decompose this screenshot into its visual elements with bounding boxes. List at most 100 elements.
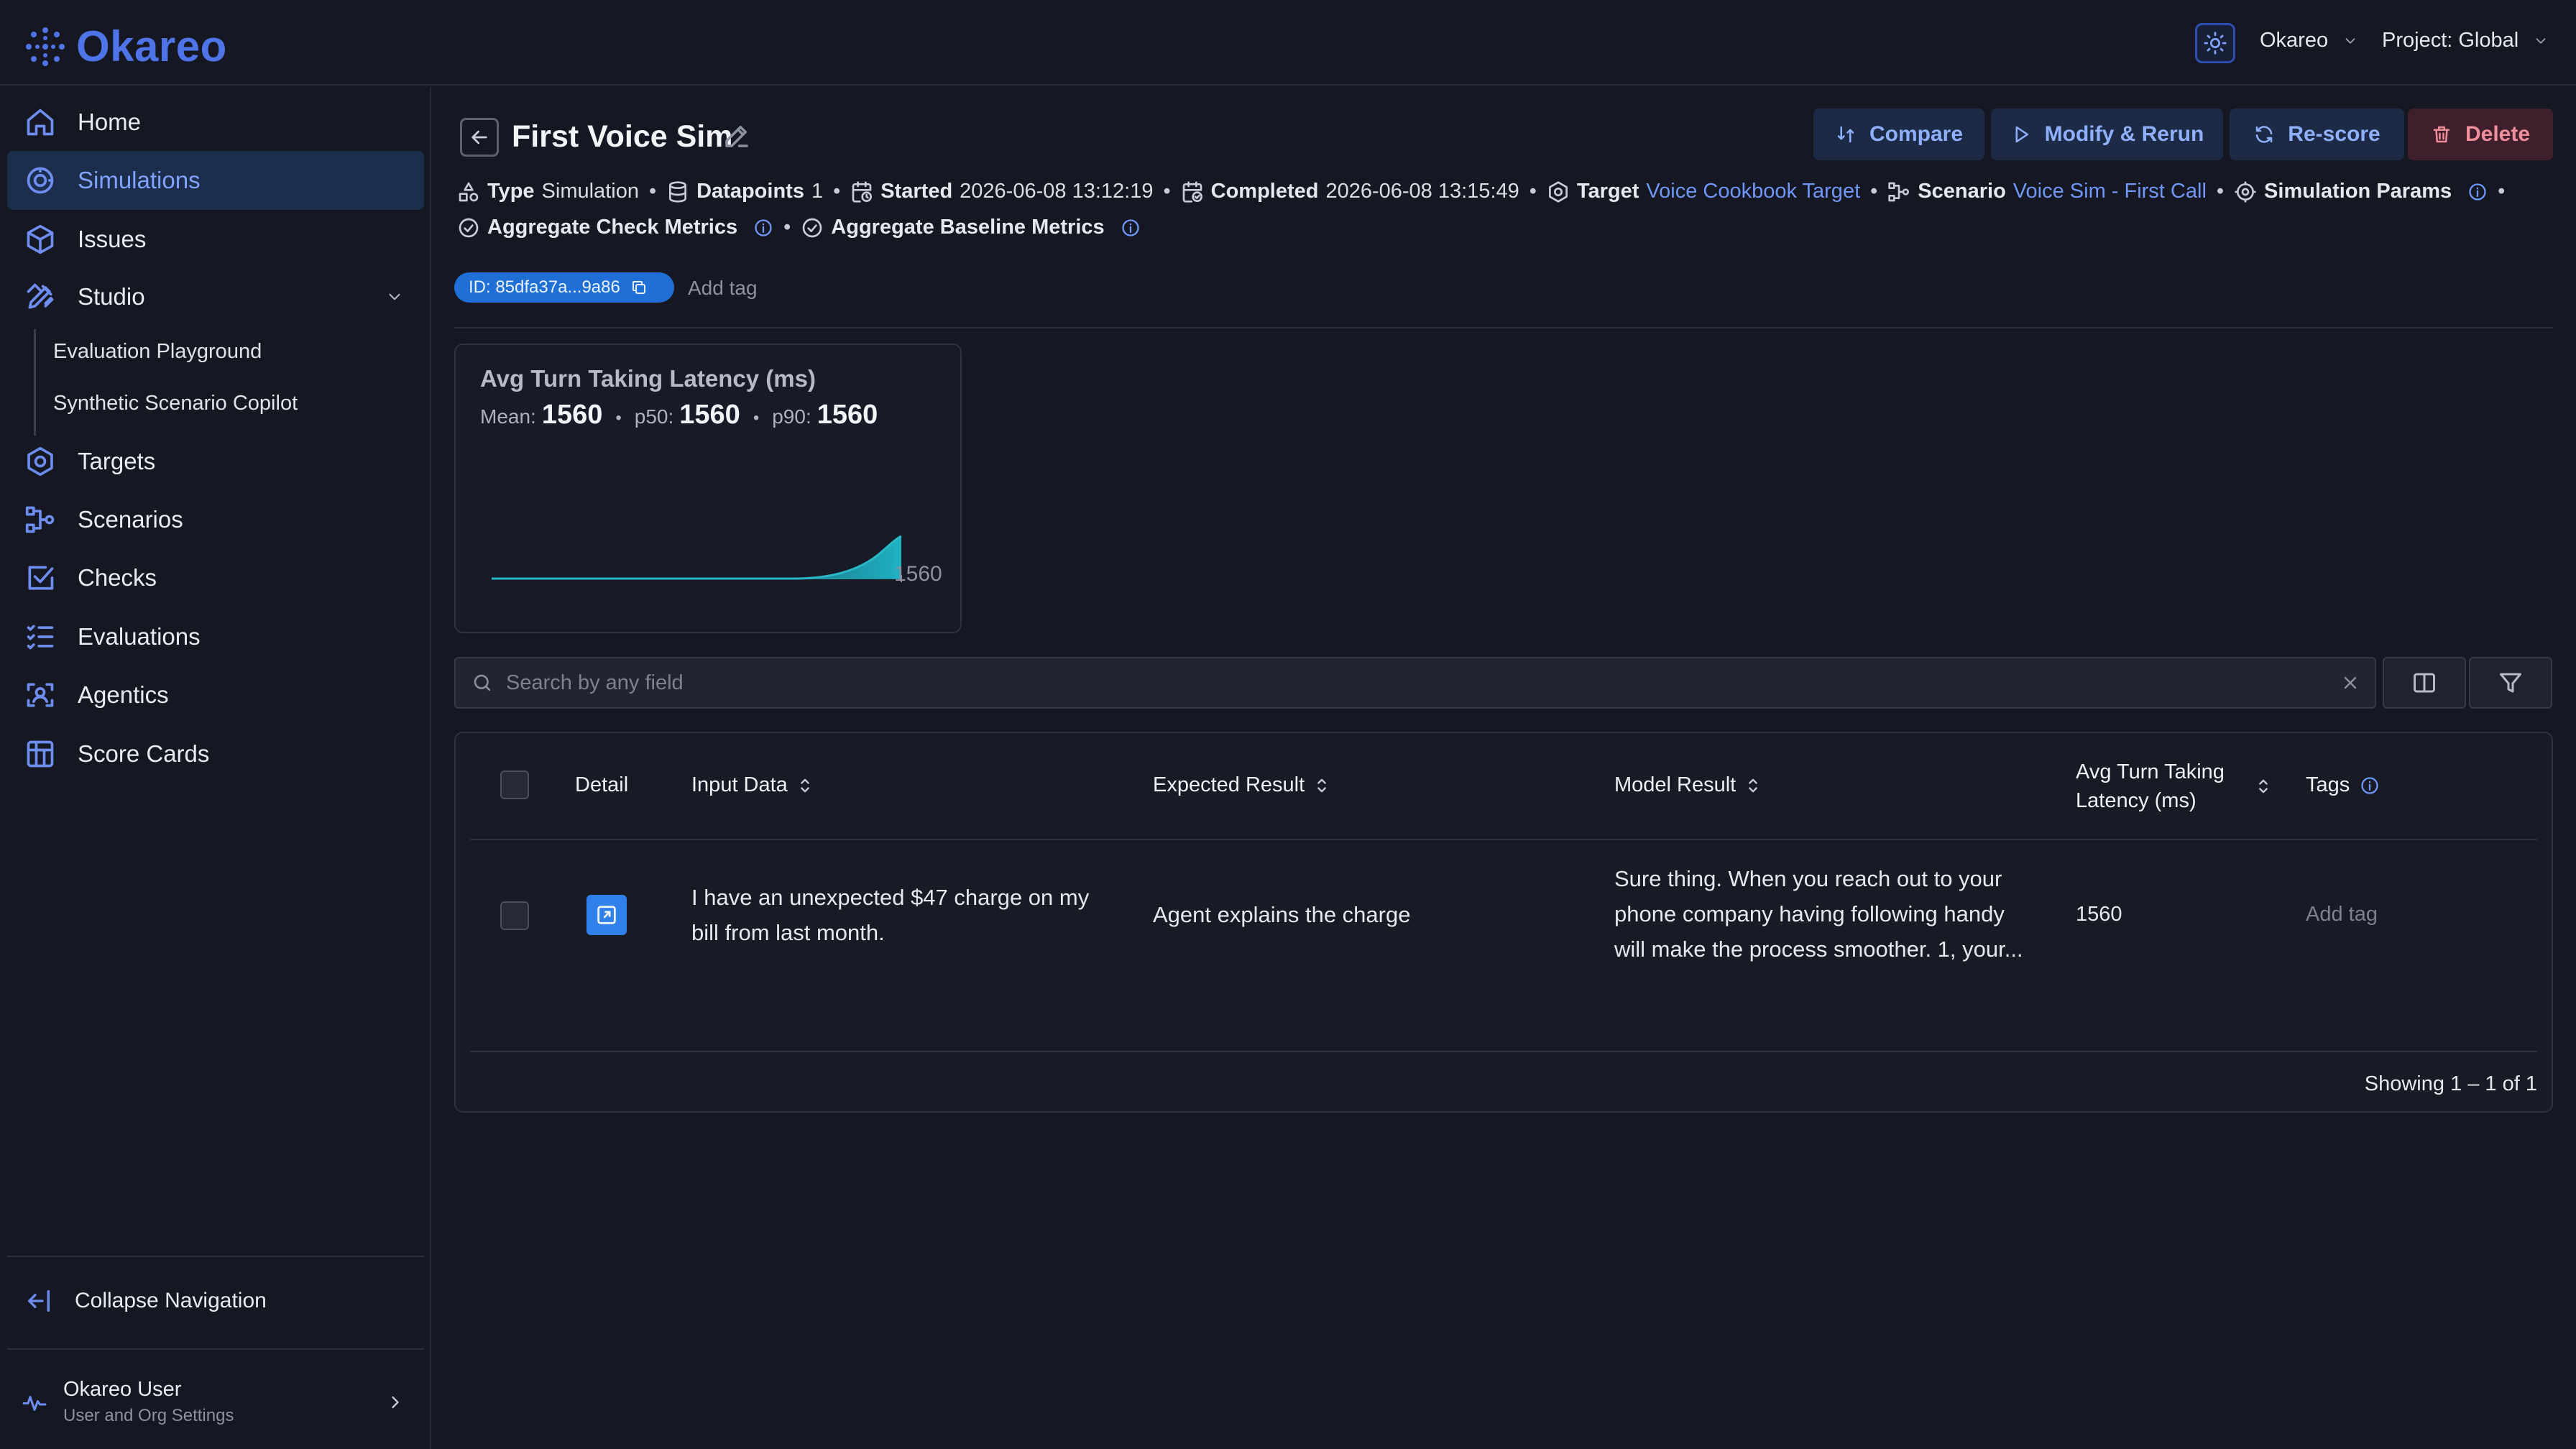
- sidebar-divider: [7, 1348, 424, 1350]
- meta-completed-value: 2026-06-08 13:15:49: [1325, 180, 1519, 203]
- user-name: Okareo User: [63, 1378, 182, 1401]
- close-icon[interactable]: [2340, 673, 2360, 693]
- col-tags: Tags: [2306, 773, 2380, 797]
- info-icon[interactable]: [2360, 776, 2380, 796]
- latency-distribution-line: [492, 535, 902, 580]
- delete-button[interactable]: Delete: [2408, 109, 2553, 160]
- sort-icon: [1749, 778, 1758, 792]
- meta-params-label: Simulation Params: [2264, 180, 2452, 203]
- sidebar-item-label: Scenarios: [78, 506, 183, 533]
- info-icon[interactable]: [2467, 182, 2488, 202]
- sidebar-item-label: Issues: [78, 226, 147, 252]
- meta-row-2: Aggregate Check Metrics • Aggregate Base…: [457, 216, 1141, 239]
- chevron-right-icon[interactable]: [385, 1392, 405, 1412]
- col-input-label: Input Data: [691, 773, 788, 796]
- results-table: Detail Input Data Expected Result Model …: [454, 732, 2553, 1113]
- metric-card-title: Avg Turn Taking Latency (ms): [480, 365, 816, 392]
- database-icon: [669, 180, 687, 203]
- sidebar-item-label: Score Cards: [78, 740, 210, 767]
- id-tag[interactable]: ID: 85dfa37a...9a86: [454, 272, 674, 303]
- metric-card-latency[interactable]: Avg Turn Taking Latency (ms) Mean: 1560 …: [454, 344, 962, 633]
- col-expected-result[interactable]: Expected Result: [1153, 773, 1329, 797]
- col-input-data[interactable]: Input Data: [691, 773, 812, 797]
- columns-icon: [2414, 673, 2435, 693]
- mean-label: Mean:: [480, 405, 536, 428]
- cell-add-tag[interactable]: Add tag: [2306, 897, 2378, 932]
- sidebar-subitem-evaluation-playground[interactable]: Evaluation Playground: [53, 340, 262, 364]
- copy-icon[interactable]: [630, 279, 648, 296]
- columns-toggle-button[interactable]: [2383, 657, 2466, 709]
- sort-icon: [2259, 779, 2268, 794]
- select-all-checkbox[interactable]: [500, 770, 529, 799]
- cell-expected-result: Agent explains the charge: [1153, 902, 1411, 927]
- rescore-label: Re-score: [2288, 122, 2380, 146]
- user-settings-button[interactable]: Okareo User User and Org Settings: [22, 1378, 234, 1426]
- col-tags-label: Tags: [2306, 773, 2350, 796]
- meta-scenario-link[interactable]: Voice Sim - First Call: [2013, 180, 2207, 203]
- top-bar: Okareo Okareo Project: Global: [0, 0, 2576, 86]
- mean-value: 1560: [541, 400, 603, 430]
- sidebar-item-score-cards[interactable]: Score Cards: [7, 724, 424, 783]
- col-detail: Detail: [575, 773, 628, 797]
- edit-icon[interactable]: [722, 121, 752, 151]
- cell-input-line: I have an unexpected $47 charge on my: [691, 885, 1090, 910]
- col-model-label: Model Result: [1614, 773, 1736, 796]
- col-latency-label: Avg Turn Taking Latency (ms): [2076, 758, 2225, 815]
- info-icon[interactable]: [753, 218, 773, 238]
- sidebar-item-label: Simulations: [78, 167, 201, 193]
- sidebar-item-evaluations[interactable]: Evaluations: [7, 607, 424, 666]
- org-selector[interactable]: Okareo: [2260, 29, 2358, 52]
- col-model-result[interactable]: Model Result: [1614, 773, 1760, 797]
- modify-rerun-label: Modify & Rerun: [2044, 122, 2204, 146]
- chevron-down-icon[interactable]: [385, 288, 404, 306]
- meta-scenario-label: Scenario: [1918, 180, 2006, 203]
- id-tag-text: ID: 85dfa37a...9a86: [469, 277, 620, 297]
- header-divider: [454, 327, 2553, 328]
- cell-model-line: will make the process smoother. 1, your.…: [1614, 937, 2023, 962]
- sidebar-item-agentics[interactable]: Agentics: [7, 666, 424, 724]
- search-input[interactable]: [506, 671, 2303, 695]
- okareo-logo-icon: [26, 27, 65, 66]
- sun-icon: [2204, 32, 2227, 55]
- info-icon[interactable]: [1121, 218, 1141, 238]
- back-button[interactable]: [460, 118, 499, 157]
- modify-rerun-button[interactable]: Modify & Rerun: [1991, 109, 2223, 160]
- sidebar-item-checks[interactable]: Checks: [7, 548, 424, 607]
- p50-label: p50:: [634, 405, 674, 428]
- sidebar: Home Simulations Issues Studio Evaluatio…: [0, 87, 431, 1449]
- compare-button[interactable]: Compare: [1813, 109, 1984, 160]
- col-latency[interactable]: Avg Turn Taking Latency (ms): [2076, 758, 2271, 815]
- row-checkbox[interactable]: [500, 901, 529, 930]
- logo[interactable]: Okareo: [24, 22, 227, 71]
- col-latency-label-line2: Latency (ms): [2076, 789, 2196, 812]
- latency-distribution-chart: [492, 535, 902, 582]
- table-icon: [27, 740, 54, 768]
- collapse-left-icon: [28, 1290, 50, 1312]
- project-selector[interactable]: Project: Global: [2382, 29, 2549, 52]
- meta-completed-label: Completed: [1210, 180, 1319, 203]
- sidebar-item-issues[interactable]: Issues: [7, 210, 424, 269]
- logo-text: Okareo: [76, 22, 227, 70]
- footer-divider: [470, 1051, 2537, 1052]
- compare-arrows-icon: [1837, 126, 1854, 143]
- p50-value: 1560: [679, 400, 740, 430]
- filter-button[interactable]: [2469, 657, 2552, 709]
- meta-target-link[interactable]: Voice Cookbook Target: [1646, 180, 1860, 203]
- sidebar-item-label: Home: [78, 109, 142, 135]
- sidebar-item-scenarios[interactable]: Scenarios: [7, 490, 424, 549]
- collapse-navigation-button[interactable]: Collapse Navigation: [24, 1287, 267, 1315]
- open-detail-button[interactable]: [586, 895, 627, 935]
- chevron-down-icon: [2345, 37, 2355, 44]
- compare-label: Compare: [1869, 122, 1964, 146]
- sidebar-item-targets[interactable]: Targets: [7, 432, 424, 491]
- sidebar-item-simulations[interactable]: Simulations: [7, 151, 424, 210]
- rescore-button[interactable]: Re-score: [2230, 109, 2404, 160]
- theme-toggle-button[interactable]: [2195, 23, 2235, 63]
- sidebar-item-label: Agentics: [78, 681, 169, 708]
- settings-cog-icon: [2235, 180, 2256, 203]
- sidebar-item-studio[interactable]: Studio: [7, 267, 424, 326]
- sidebar-subitem-synthetic-scenario-copilot[interactable]: Synthetic Scenario Copilot: [53, 392, 298, 415]
- calendar-check-icon: [1182, 180, 1202, 203]
- sidebar-item-home[interactable]: Home: [7, 93, 424, 152]
- add-tag-button[interactable]: Add tag: [688, 277, 758, 300]
